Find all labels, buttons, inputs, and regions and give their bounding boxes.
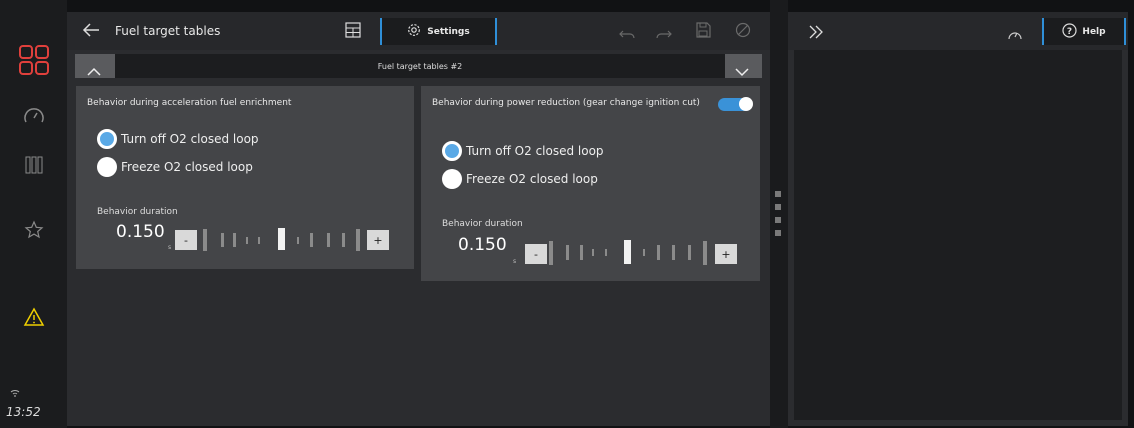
slider-thumb (624, 240, 631, 264)
side-panel-content (794, 50, 1122, 420)
collapse-panel-icon[interactable] (808, 24, 824, 43)
star-icon[interactable] (0, 218, 67, 242)
gear-icon (407, 23, 421, 40)
acceleration-behavior-card: Behavior during acceleration fuel enrich… (76, 86, 414, 269)
question-icon: ? (1062, 22, 1078, 41)
slider-thumb (278, 228, 285, 250)
wifi-icon (10, 383, 20, 402)
radio-selected-indicator (442, 141, 462, 161)
table-icon[interactable] (345, 22, 361, 42)
radio-label: Turn off O2 closed loop (121, 132, 259, 146)
decrease-button[interactable]: - (175, 230, 197, 250)
power-reduction-toggle[interactable] (718, 97, 753, 111)
increase-button[interactable]: + (367, 230, 389, 250)
duration-label: Behavior duration (442, 219, 523, 229)
card-title: Behavior during power reduction (gear ch… (432, 98, 700, 108)
radio-freeze-o2[interactable]: Freeze O2 closed loop (97, 157, 253, 177)
decrease-button[interactable]: - (525, 244, 547, 264)
table-selector-title[interactable]: Fuel target tables #2 (115, 54, 725, 78)
chevron-up-icon[interactable] (87, 61, 101, 80)
chevron-down-icon[interactable] (735, 62, 749, 81)
redo-icon[interactable] (656, 25, 672, 44)
duration-unit: s (168, 244, 172, 251)
cancel-icon[interactable] (735, 22, 751, 42)
power-reduction-behavior-card: Behavior during power reduction (gear ch… (421, 86, 760, 281)
duration-unit: s (513, 258, 517, 265)
sidebar: 13:52 (0, 0, 67, 428)
settings-button[interactable]: Settings (380, 18, 497, 45)
app-logo-icon[interactable] (0, 44, 67, 76)
duration-value: 0.150 (116, 222, 165, 242)
main-panel: Fuel target tables Settings Fuel target … (67, 12, 770, 426)
gauge-icon[interactable] (0, 104, 67, 128)
radio-label: Turn off O2 closed loop (466, 144, 604, 158)
gauge-icon[interactable] (1007, 26, 1023, 45)
panel-splitter[interactable] (770, 0, 788, 428)
radio-indicator (97, 157, 117, 177)
settings-label: Settings (427, 26, 470, 37)
radio-indicator (442, 169, 462, 189)
back-arrow-icon[interactable] (82, 22, 100, 41)
columns-icon[interactable] (0, 152, 67, 178)
duration-label: Behavior duration (97, 207, 178, 217)
help-button[interactable]: ? Help (1042, 18, 1126, 45)
splitter-handle[interactable] (775, 191, 781, 197)
radio-label: Freeze O2 closed loop (466, 172, 598, 186)
side-panel-toolbar: ? Help (788, 12, 1128, 50)
clock-time: 13:52 (6, 405, 41, 419)
help-label: Help (1082, 26, 1106, 37)
save-icon[interactable] (695, 22, 711, 42)
undo-icon[interactable] (619, 25, 635, 44)
page-title: Fuel target tables (115, 24, 221, 38)
card-title: Behavior during acceleration fuel enrich… (87, 98, 292, 108)
top-toolbar: Fuel target tables Settings (67, 12, 770, 50)
radio-turn-off-o2[interactable]: Turn off O2 closed loop (97, 129, 259, 149)
svg-text:?: ? (1067, 27, 1072, 37)
increase-button[interactable]: + (715, 244, 737, 264)
radio-label: Freeze O2 closed loop (121, 160, 253, 174)
table-selector: Fuel target tables #2 (75, 54, 762, 78)
warning-icon[interactable] (0, 304, 67, 330)
duration-value: 0.150 (458, 235, 507, 255)
side-panel: ? Help (788, 12, 1128, 426)
radio-turn-off-o2[interactable]: Turn off O2 closed loop (442, 141, 604, 161)
radio-freeze-o2[interactable]: Freeze O2 closed loop (442, 169, 598, 189)
radio-selected-indicator (97, 129, 117, 149)
